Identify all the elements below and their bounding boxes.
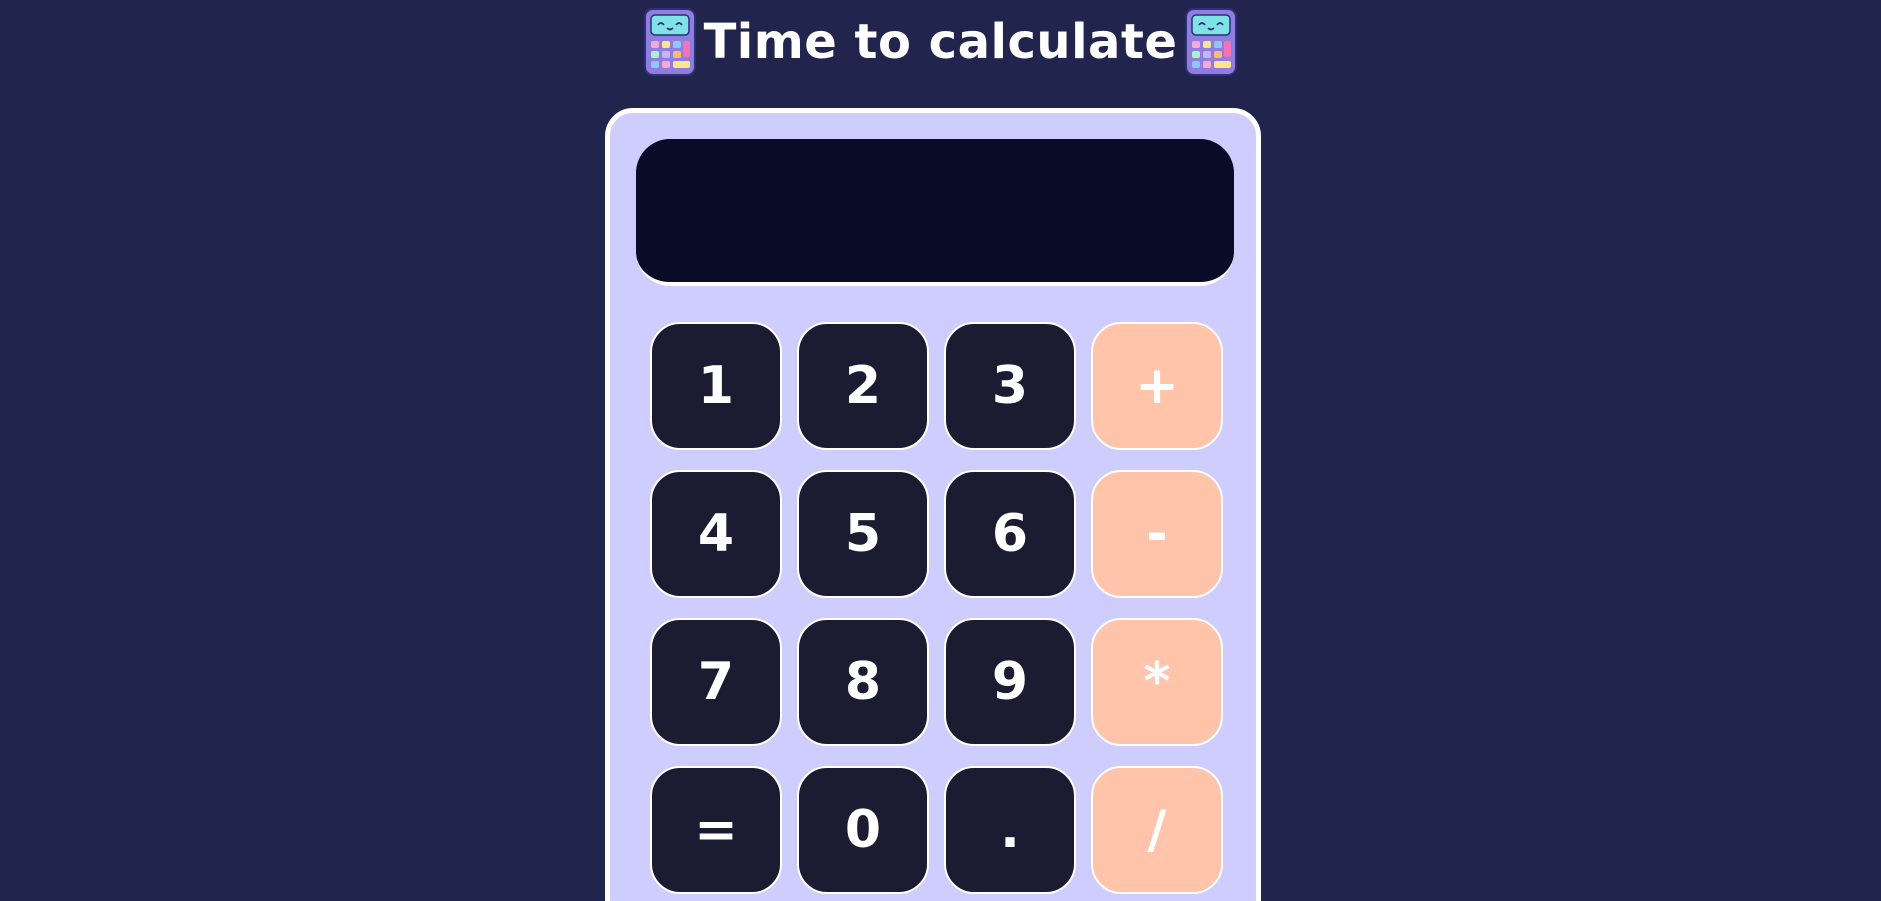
add-button[interactable]: + <box>1091 322 1223 450</box>
key-8-button[interactable]: 8 <box>797 618 929 746</box>
key-1-button[interactable]: 1 <box>650 322 782 450</box>
key-7-button[interactable]: 7 <box>650 618 782 746</box>
decimal-button[interactable]: . <box>944 766 1076 894</box>
page-title: Time to calculate <box>703 14 1178 70</box>
calculator-display <box>636 139 1234 286</box>
key-4-button[interactable]: 4 <box>650 470 782 598</box>
multiply-button[interactable]: * <box>1091 618 1223 746</box>
key-2-button[interactable]: 2 <box>797 322 929 450</box>
key-5-button[interactable]: 5 <box>797 470 929 598</box>
key-0-button[interactable]: 0 <box>797 766 929 894</box>
key-9-button[interactable]: 9 <box>944 618 1076 746</box>
calculator-emoji-icon <box>1185 8 1238 76</box>
page: Time to calculate 1 2 3 + 4 5 6 - 7 8 9 … <box>0 0 1881 901</box>
equals-button[interactable]: = <box>650 766 782 894</box>
key-3-button[interactable]: 3 <box>944 322 1076 450</box>
key-6-button[interactable]: 6 <box>944 470 1076 598</box>
calculator-emoji-icon <box>643 8 696 76</box>
subtract-button[interactable]: - <box>1091 470 1223 598</box>
calculator-body: 1 2 3 + 4 5 6 - 7 8 9 * = 0 . / <box>605 108 1261 901</box>
title-row: Time to calculate <box>0 6 1881 78</box>
divide-button[interactable]: / <box>1091 766 1223 894</box>
